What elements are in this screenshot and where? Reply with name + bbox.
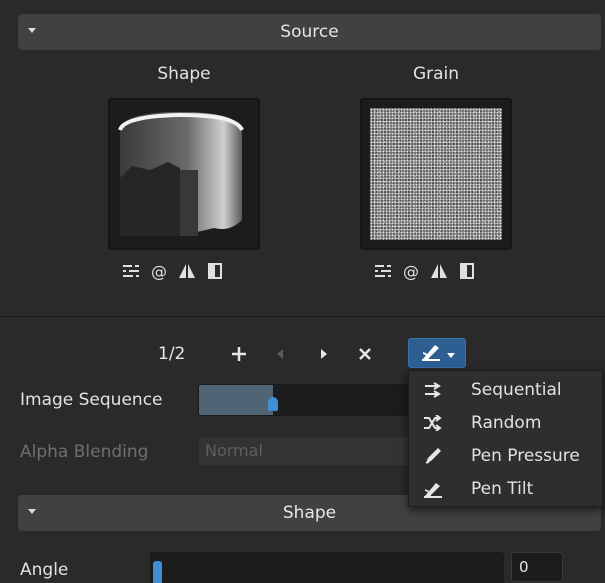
slider-fill — [199, 385, 273, 415]
image-sequence-label: Image Sequence — [20, 390, 163, 410]
at-sign-icon[interactable]: @ — [402, 262, 420, 281]
brush-source-panel: Source Shape Grain @ @ 1/2 Image Sequenc… — [0, 0, 605, 583]
pen-icon — [417, 444, 449, 468]
image-sequence-slider[interactable] — [198, 384, 410, 416]
collapse-caret-icon[interactable] — [28, 28, 36, 33]
remove-image-close-icon[interactable] — [353, 342, 377, 366]
pen-tilt-icon — [417, 477, 449, 501]
alpha-blending-select[interactable]: Normal — [198, 436, 410, 466]
menu-item-label: Sequential — [471, 379, 562, 400]
shape-thumbnail[interactable] — [108, 98, 260, 250]
menu-item-label: Pen Pressure — [471, 445, 580, 466]
sequence-mode-menu: Sequential Random Pen Pressure Pen Tilt — [408, 370, 603, 507]
arrows-right-icon — [417, 378, 449, 402]
menu-item-pen-pressure[interactable]: Pen Pressure — [409, 439, 602, 472]
grain-column-label: Grain — [412, 64, 460, 84]
previous-image-icon[interactable] — [268, 342, 292, 366]
shape-section-title: Shape — [282, 503, 337, 523]
invert-icon[interactable] — [206, 262, 224, 280]
angle-slider[interactable] — [150, 552, 504, 583]
menu-item-random[interactable]: Random — [409, 406, 602, 439]
chevron-down-icon — [447, 344, 455, 363]
shuffle-icon — [417, 411, 449, 435]
grain-preview-image — [370, 108, 502, 240]
slider-handle[interactable] — [153, 561, 162, 583]
alpha-blending-label: Alpha Blending — [20, 442, 149, 462]
menu-item-pen-tilt[interactable]: Pen Tilt — [409, 472, 602, 505]
source-section-title: Source — [280, 22, 339, 42]
flip-horizontal-icon[interactable] — [430, 262, 448, 280]
angle-label: Angle — [20, 560, 69, 580]
invert-icon[interactable] — [458, 262, 476, 280]
grain-thumbnail[interactable] — [360, 98, 512, 250]
shape-options-row: @ — [122, 262, 224, 281]
at-sign-icon[interactable]: @ — [150, 262, 168, 281]
flip-horizontal-icon[interactable] — [178, 262, 196, 280]
sequence-controls: 1/2 — [0, 338, 605, 370]
menu-item-sequential[interactable]: Sequential — [409, 373, 602, 406]
next-image-icon[interactable] — [312, 342, 336, 366]
menu-item-label: Pen Tilt — [471, 478, 534, 499]
grain-options-row: @ — [374, 262, 476, 281]
shape-preview-image — [118, 112, 244, 236]
collapse-caret-icon[interactable] — [28, 509, 36, 514]
menu-item-label: Random — [471, 412, 542, 433]
sequence-mode-button[interactable] — [408, 338, 466, 368]
adjust-sliders-icon[interactable] — [374, 262, 392, 280]
adjust-sliders-icon[interactable] — [122, 262, 140, 280]
section-divider — [0, 316, 605, 317]
add-image-plus-icon[interactable] — [227, 342, 251, 366]
source-section-header[interactable]: Source — [18, 14, 601, 50]
slider-handle[interactable] — [268, 397, 278, 411]
pen-tilt-icon — [419, 340, 445, 366]
angle-value-field[interactable]: 0 — [511, 552, 563, 582]
shape-column-label: Shape — [157, 64, 211, 84]
sequence-counter: 1/2 — [158, 344, 186, 364]
